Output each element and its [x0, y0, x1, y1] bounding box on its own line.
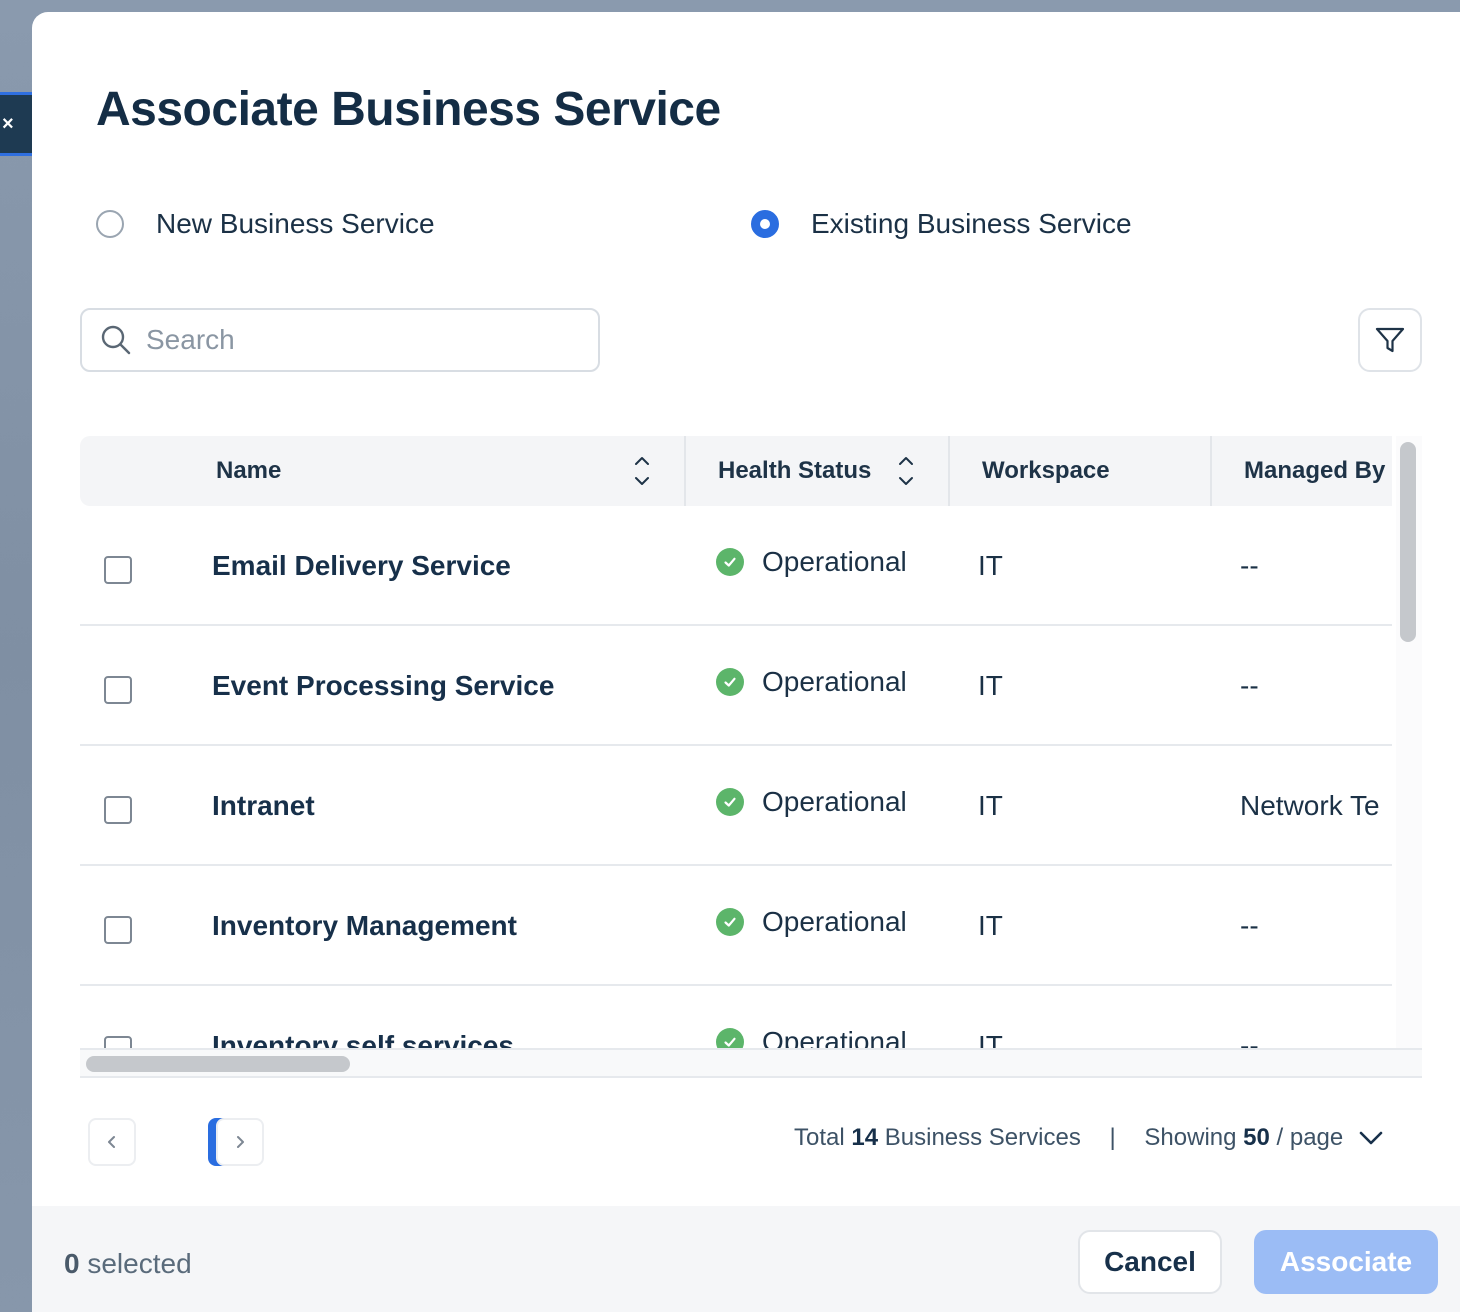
- cancel-button[interactable]: Cancel: [1078, 1230, 1222, 1294]
- service-type-radio-group: New Business Service Existing Business S…: [96, 208, 1460, 240]
- managed-by: --: [1240, 910, 1259, 941]
- column-divider[interactable]: [684, 436, 686, 506]
- table-row[interactable]: Inventory Management Operational IT --: [80, 866, 1392, 986]
- radio-circle-unchecked[interactable]: [96, 210, 124, 238]
- table-row[interactable]: Intranet Operational IT Network Te: [80, 746, 1392, 866]
- next-page-button[interactable]: [216, 1118, 264, 1166]
- health-label: Operational: [762, 786, 907, 817]
- associate-modal: Associate Business Service New Business …: [32, 12, 1460, 1312]
- table-row[interactable]: Event Processing Service Operational IT …: [80, 626, 1392, 746]
- modal-title: Associate Business Service: [96, 83, 721, 136]
- row-checkbox[interactable]: [104, 796, 132, 824]
- table-row[interactable]: Email Delivery Service Operational IT --: [80, 506, 1392, 626]
- column-divider[interactable]: [948, 436, 950, 506]
- column-divider[interactable]: [1210, 436, 1212, 506]
- row-checkbox[interactable]: [104, 916, 132, 944]
- check-circle-icon: [716, 788, 744, 816]
- page-suffix: / page: [1276, 1124, 1344, 1151]
- associate-button[interactable]: Associate: [1254, 1230, 1438, 1294]
- selected-count-label: selected: [87, 1248, 192, 1279]
- radio-label-existing: Existing Business Service: [811, 208, 1132, 239]
- selected-count-number: 0: [64, 1248, 80, 1279]
- health-label: Operational: [762, 666, 907, 697]
- page-size-select[interactable]: Showing 50 / page: [1144, 1124, 1385, 1152]
- horizontal-scrollbar-thumb[interactable]: [86, 1056, 350, 1072]
- business-services-table: Name Health Status Workspace Managed By …: [80, 436, 1422, 1078]
- table-body: Email Delivery Service Operational IT --…: [80, 506, 1392, 1076]
- chevron-left-icon: [108, 1136, 115, 1148]
- total-count: 14: [851, 1124, 879, 1151]
- showing-prefix: Showing: [1144, 1124, 1237, 1151]
- selected-count: 0 selected: [64, 1248, 192, 1280]
- row-checkbox[interactable]: [104, 556, 132, 584]
- check-circle-icon: [716, 548, 744, 576]
- radio-circle-checked[interactable]: [751, 210, 779, 238]
- pagination-summary: Total 14 Business Services | Showing 50 …: [794, 1124, 1385, 1152]
- workspace: IT: [978, 790, 1003, 821]
- column-header-workspace: Workspace: [982, 457, 1110, 484]
- chevron-down-icon[interactable]: [1357, 1128, 1385, 1148]
- workspace: IT: [978, 670, 1003, 701]
- managed-by: --: [1240, 670, 1259, 701]
- service-name[interactable]: Inventory Management: [212, 910, 517, 942]
- total-prefix: Total: [794, 1124, 845, 1151]
- service-name[interactable]: Email Delivery Service: [212, 550, 511, 582]
- vertical-scrollbar-thumb[interactable]: [1400, 442, 1416, 642]
- service-name[interactable]: Intranet: [212, 790, 315, 822]
- column-header-managed-by: Managed By: [1244, 457, 1386, 484]
- workspace: IT: [978, 910, 1003, 941]
- health-status: Operational: [716, 906, 907, 938]
- prev-page-button[interactable]: [88, 1118, 136, 1166]
- search-box[interactable]: [80, 308, 600, 372]
- column-header-name[interactable]: Name: [216, 436, 281, 506]
- workspace: IT: [978, 550, 1003, 581]
- health-label: Operational: [762, 546, 907, 577]
- radio-label-new: New Business Service: [156, 208, 435, 239]
- close-icon: ×: [2, 112, 14, 135]
- column-header-health-status[interactable]: Health Status: [718, 436, 871, 506]
- service-name[interactable]: Event Processing Service: [212, 670, 554, 702]
- separator: |: [1109, 1124, 1116, 1151]
- managed-by: --: [1240, 550, 1259, 581]
- search-icon: [101, 325, 131, 355]
- sort-icon[interactable]: [632, 454, 652, 488]
- chevron-right-icon: [237, 1136, 244, 1148]
- total-suffix: Business Services: [884, 1124, 1081, 1151]
- managed-by: Network Te: [1240, 790, 1380, 821]
- health-status: Operational: [716, 546, 907, 578]
- radio-existing-business-service[interactable]: Existing Business Service: [751, 208, 1132, 240]
- table-header: Name Health Status Workspace Managed By: [80, 436, 1392, 506]
- filter-icon: [1375, 327, 1405, 353]
- check-circle-icon: [716, 908, 744, 936]
- search-input[interactable]: [146, 324, 566, 356]
- filter-button[interactable]: [1358, 308, 1422, 372]
- sort-icon[interactable]: [896, 454, 916, 488]
- check-circle-icon: [716, 668, 744, 696]
- modal-footer: 0 selected Cancel Associate: [32, 1206, 1460, 1312]
- row-checkbox[interactable]: [104, 676, 132, 704]
- health-status: Operational: [716, 786, 907, 818]
- radio-new-business-service[interactable]: New Business Service: [96, 208, 435, 240]
- page-size-value: 50: [1243, 1124, 1270, 1151]
- health-label: Operational: [762, 906, 907, 937]
- health-status: Operational: [716, 666, 907, 698]
